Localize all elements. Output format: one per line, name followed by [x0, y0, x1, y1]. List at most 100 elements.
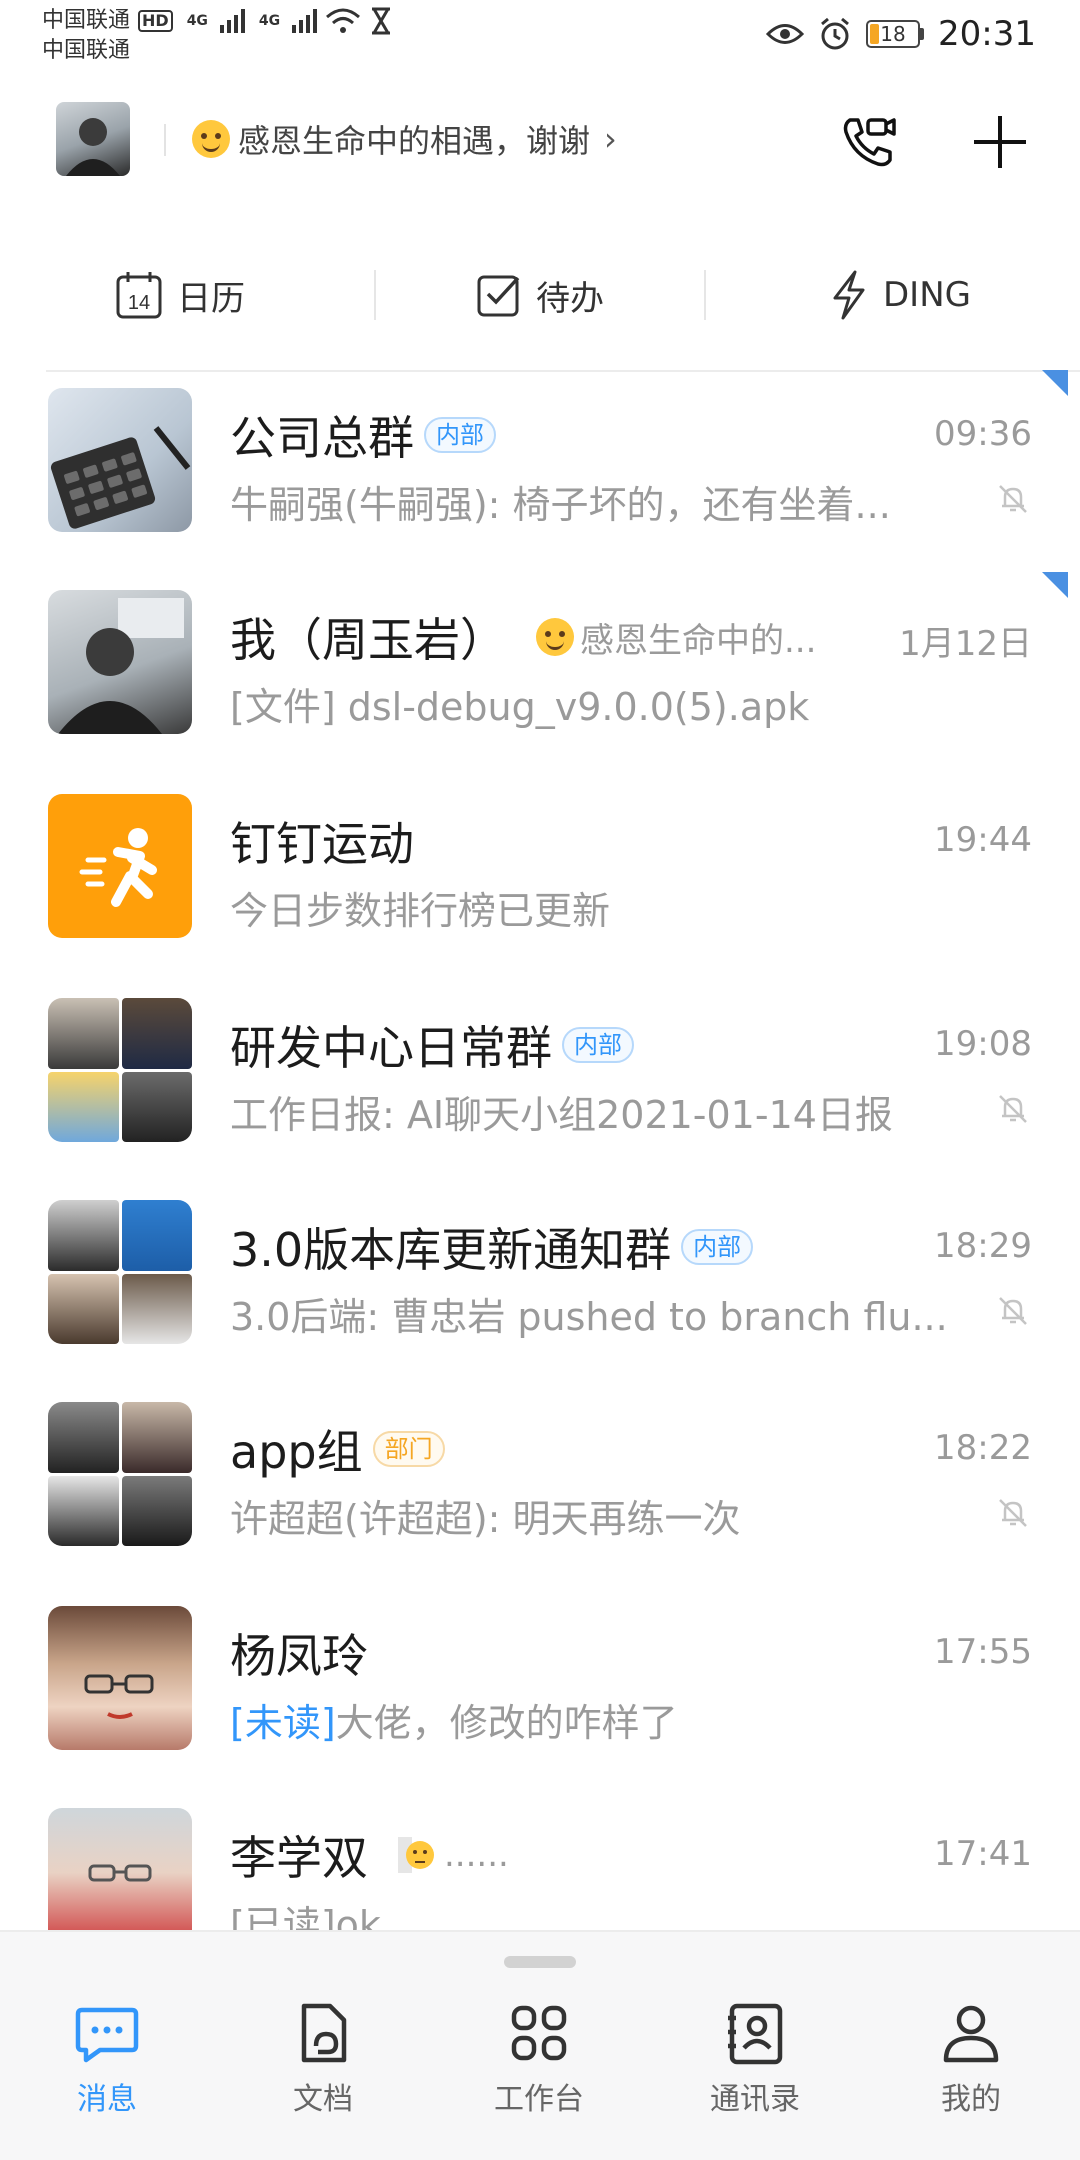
department-tag: 部门: [372, 1431, 445, 1467]
conversation-preview: 许超超(许超超): 明天再练一次: [230, 1497, 741, 1541]
alarm-icon: [821, 17, 849, 50]
svg-text:14: 14: [128, 292, 150, 314]
workbench-icon: [511, 2005, 567, 2061]
signal-icon: [219, 9, 245, 33]
clock: 20:31: [938, 14, 1036, 54]
nav-profile-label: 我的: [941, 2082, 1001, 2117]
video-call-icon[interactable]: [836, 110, 900, 174]
user-avatar: [48, 590, 192, 734]
status-message[interactable]: 感恩生命中的相遇，谢谢 ›: [192, 116, 617, 162]
conversation-item[interactable]: 钉钉运动 19:44 今日步数排行榜已更新: [0, 776, 1080, 976]
tab-ding[interactable]: DING: [720, 255, 1080, 335]
chevron-right-icon: ›: [604, 120, 617, 158]
nav-documents[interactable]: 文档: [243, 1998, 403, 2118]
group-avatar: [48, 998, 192, 1142]
conversation-name: 李学双 ......: [230, 1822, 509, 1888]
user-status: 感恩生命中的...: [536, 613, 816, 662]
carrier-2: 中国联通: [42, 38, 131, 63]
conversation-item[interactable]: 我（周玉岩） 感恩生命中的... 1月12日 [文件] dsl-debug_v9…: [0, 572, 1080, 772]
internal-tag: 内部: [424, 417, 496, 453]
hd-badge: HD: [138, 10, 173, 32]
user-status-text: ......: [444, 1835, 509, 1875]
conversation-name: app组 部门: [230, 1416, 445, 1482]
contacts-icon: [728, 2003, 783, 2065]
drag-handle[interactable]: [504, 1956, 576, 1968]
conversation-preview: [未读]大佬，修改的咋样了: [230, 1692, 678, 1747]
pinned-marker: [1042, 572, 1068, 598]
quick-tabs: 14 日历 待办 DING: [0, 255, 1080, 335]
conversation-item[interactable]: 杨凤玲 17:55 [未读]大佬，修改的咋样了: [0, 1588, 1080, 1788]
thinking-emoji-icon: [398, 1837, 434, 1873]
conversation-name: 3.0版本库更新通知群 内部: [230, 1214, 754, 1280]
user-avatar: [48, 1606, 192, 1750]
nav-contacts[interactable]: 通讯录: [675, 1998, 835, 2118]
document-icon: [301, 2003, 347, 2063]
nav-documents-label: 文档: [293, 2082, 353, 2117]
eye-icon: [766, 24, 805, 44]
tab-calendar[interactable]: 14 日历: [0, 255, 360, 335]
conversation-title: 3.0版本库更新通知群: [230, 1223, 672, 1277]
conversation-title: 李学双: [230, 1831, 368, 1885]
conversation-title: 钉钉运动: [230, 817, 414, 871]
conversation-preview: 今日步数排行榜已更新: [230, 889, 611, 933]
conversation-time: 18:29: [934, 1226, 1032, 1266]
internal-tag: 内部: [562, 1027, 634, 1063]
signal-icon-2: [292, 9, 318, 33]
group-avatar: [48, 388, 192, 532]
conversation-preview: 工作日报: AI聊天小组2021-01-14日报: [230, 1093, 893, 1137]
user-status-text: 感恩生命中的...: [580, 620, 817, 661]
bottom-nav: 消息 文档 工作台 通讯录 我的: [0, 1930, 1080, 2160]
nav-profile[interactable]: 我的: [891, 1998, 1051, 2118]
conversation-time: 1月12日: [899, 624, 1032, 664]
conversation-time: 19:44: [934, 820, 1032, 860]
header-divider: [164, 124, 166, 156]
tab-ding-label: DING: [883, 275, 971, 315]
nav-contacts-label: 通讯录: [710, 2082, 800, 2117]
nav-workbench[interactable]: 工作台: [459, 1998, 619, 2118]
profile-icon: [943, 2005, 999, 2063]
mute-bell-icon: [999, 1095, 1027, 1123]
tab-todo-label: 待办: [536, 278, 604, 319]
conversation-name: 钉钉运动: [230, 808, 414, 874]
conversation-title: 公司总群: [230, 411, 414, 465]
user-status: ......: [398, 1835, 509, 1875]
conversation-title: 研发中心日常群: [230, 1021, 552, 1075]
conversation-name: 研发中心日常群 内部: [230, 1012, 634, 1078]
conversation-item[interactable]: 公司总群 内部 09:36 牛嗣强(牛嗣强): 椅子坏的，还有坐着...: [0, 370, 1080, 570]
nav-messages[interactable]: 消息: [27, 1998, 187, 2118]
battery-icon: 18: [866, 20, 925, 48]
conversation-time: 19:08: [934, 1024, 1032, 1064]
conversation-title: app组: [230, 1425, 363, 1479]
conversation-time: 17:55: [934, 1632, 1032, 1672]
conversation-preview: 3.0后端: 曹忠岩 pushed to branch flu...: [230, 1295, 948, 1339]
conversation-item[interactable]: app组 部门 18:22 许超超(许超超): 明天再练一次: [0, 1384, 1080, 1584]
tab-divider: [704, 270, 706, 320]
tab-divider: [374, 270, 376, 320]
conversation-time: 09:36: [934, 414, 1032, 454]
conversation-title: 杨凤玲: [230, 1629, 368, 1683]
group-avatar: [48, 1402, 192, 1546]
pinned-marker: [1042, 370, 1068, 396]
status-bar-right: 18 20:31: [766, 14, 1036, 54]
mute-bell-icon: [999, 1499, 1027, 1527]
mute-bell-icon: [999, 485, 1027, 513]
status-bar: 中国联通 HD 4G 4G 中国联通 18 20:31: [0, 0, 1080, 80]
battery-level: 18: [880, 22, 906, 46]
conversation-preview: [文件] dsl-debug_v9.0.0(5).apk: [230, 685, 810, 729]
plus-icon[interactable]: [968, 110, 1032, 174]
conversation-preview-text: 大佬，修改的咋样了: [335, 1701, 678, 1745]
conversation-item[interactable]: 研发中心日常群 内部 19:08 工作日报: AI聊天小组2021-01-14日…: [0, 980, 1080, 1180]
smile-emoji-icon: [536, 618, 574, 656]
conversation-item[interactable]: 3.0版本库更新通知群 内部 18:29 3.0后端: 曹忠岩 pushed t…: [0, 1182, 1080, 1382]
my-avatar[interactable]: [56, 102, 130, 176]
carrier-1: 中国联通: [42, 8, 131, 33]
conversation-time: 18:22: [934, 1428, 1032, 1468]
conversation-name: 我（周玉岩） 感恩生命中的...: [230, 604, 816, 670]
tab-todo[interactable]: 待办: [360, 255, 720, 335]
tab-calendar-label: 日历: [177, 278, 245, 319]
message-icon: [75, 2007, 139, 2063]
conversation-preview: 牛嗣强(牛嗣强): 椅子坏的，还有坐着...: [230, 483, 891, 527]
network-type-2: 4G: [258, 13, 281, 29]
conversation-time: 17:41: [934, 1834, 1032, 1874]
sport-avatar: [48, 794, 192, 938]
